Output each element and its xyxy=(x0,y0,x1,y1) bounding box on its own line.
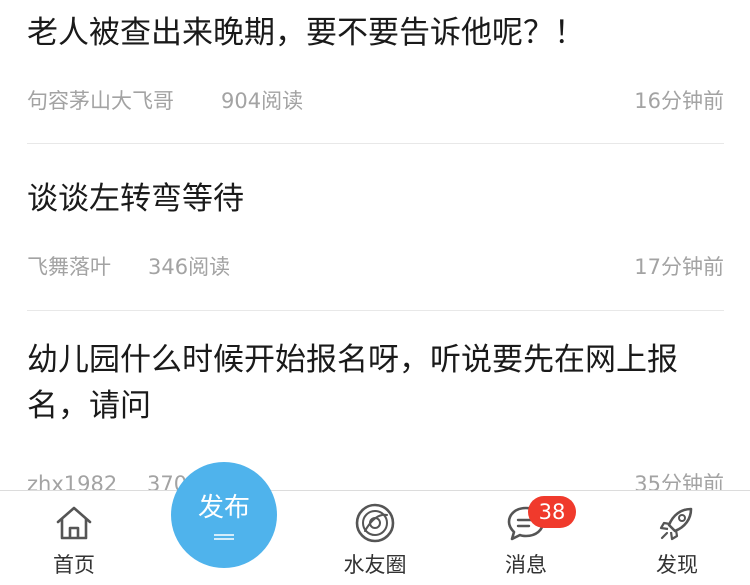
post-item[interactable]: 老人被查出来晚期，要不要告诉他呢？！ 句容茅山大飞哥 904阅读 16分钟前 xyxy=(0,0,750,143)
post-author[interactable]: zhx1982 xyxy=(27,469,117,490)
post-title[interactable]: 老人被查出来晚期，要不要告诉他呢？！ xyxy=(27,10,717,56)
post-read-count: 346阅读 xyxy=(148,255,231,279)
post-time: 35分钟前 xyxy=(634,472,724,490)
post-author[interactable]: 句容茅山大飞哥 xyxy=(27,86,174,116)
bottom-tab-bar: 首页 水友圈 消息 发现 xyxy=(0,490,750,585)
post-read-count: 904阅读 xyxy=(221,89,304,113)
post-time: 17分钟前 xyxy=(634,255,724,279)
post-meta: 飞舞落叶 346阅读 17分钟前 xyxy=(27,252,724,282)
post-feed[interactable]: 老人被查出来晚期，要不要告诉他呢？！ 句容茅山大飞哥 904阅读 16分钟前 谈… xyxy=(0,0,750,490)
post-title[interactable]: 谈谈左转弯等待 xyxy=(27,176,717,222)
tab-discover-label: 发现 xyxy=(656,553,698,577)
tab-messages-label: 消息 xyxy=(505,553,547,577)
tab-circle-label: 水友圈 xyxy=(343,553,407,577)
menu-lines-icon xyxy=(214,534,234,540)
post-author[interactable]: 飞舞落叶 xyxy=(27,252,111,282)
tab-home-label: 首页 xyxy=(53,553,95,577)
planet-icon xyxy=(355,503,395,543)
messages-unread-badge: 38 xyxy=(528,496,576,528)
tab-discover[interactable]: 发现 xyxy=(622,491,732,585)
post-meta: zhx1982 370 35分钟前 xyxy=(27,469,724,490)
publish-button[interactable]: 发布 xyxy=(171,462,277,568)
post-item[interactable]: 幼儿园什么时候开始报名呀，听说要先在网上报名，请问 zhx1982 370 35… xyxy=(0,311,750,490)
rocket-icon xyxy=(659,507,693,541)
post-item[interactable]: 谈谈左转弯等待 飞舞落叶 346阅读 17分钟前 xyxy=(0,144,750,310)
tab-circle[interactable]: 水友圈 xyxy=(320,491,430,585)
screen: 老人被查出来晚期，要不要告诉他呢？！ 句容茅山大飞哥 904阅读 16分钟前 谈… xyxy=(0,0,750,585)
post-title[interactable]: 幼儿园什么时候开始报名呀，听说要先在网上报名，请问 xyxy=(27,337,717,429)
home-icon xyxy=(56,506,92,540)
post-time: 16分钟前 xyxy=(634,89,724,113)
post-meta: 句容茅山大飞哥 904阅读 16分钟前 xyxy=(27,86,724,116)
tab-home[interactable]: 首页 xyxy=(19,491,129,585)
publish-button-label: 发布 xyxy=(197,493,250,523)
